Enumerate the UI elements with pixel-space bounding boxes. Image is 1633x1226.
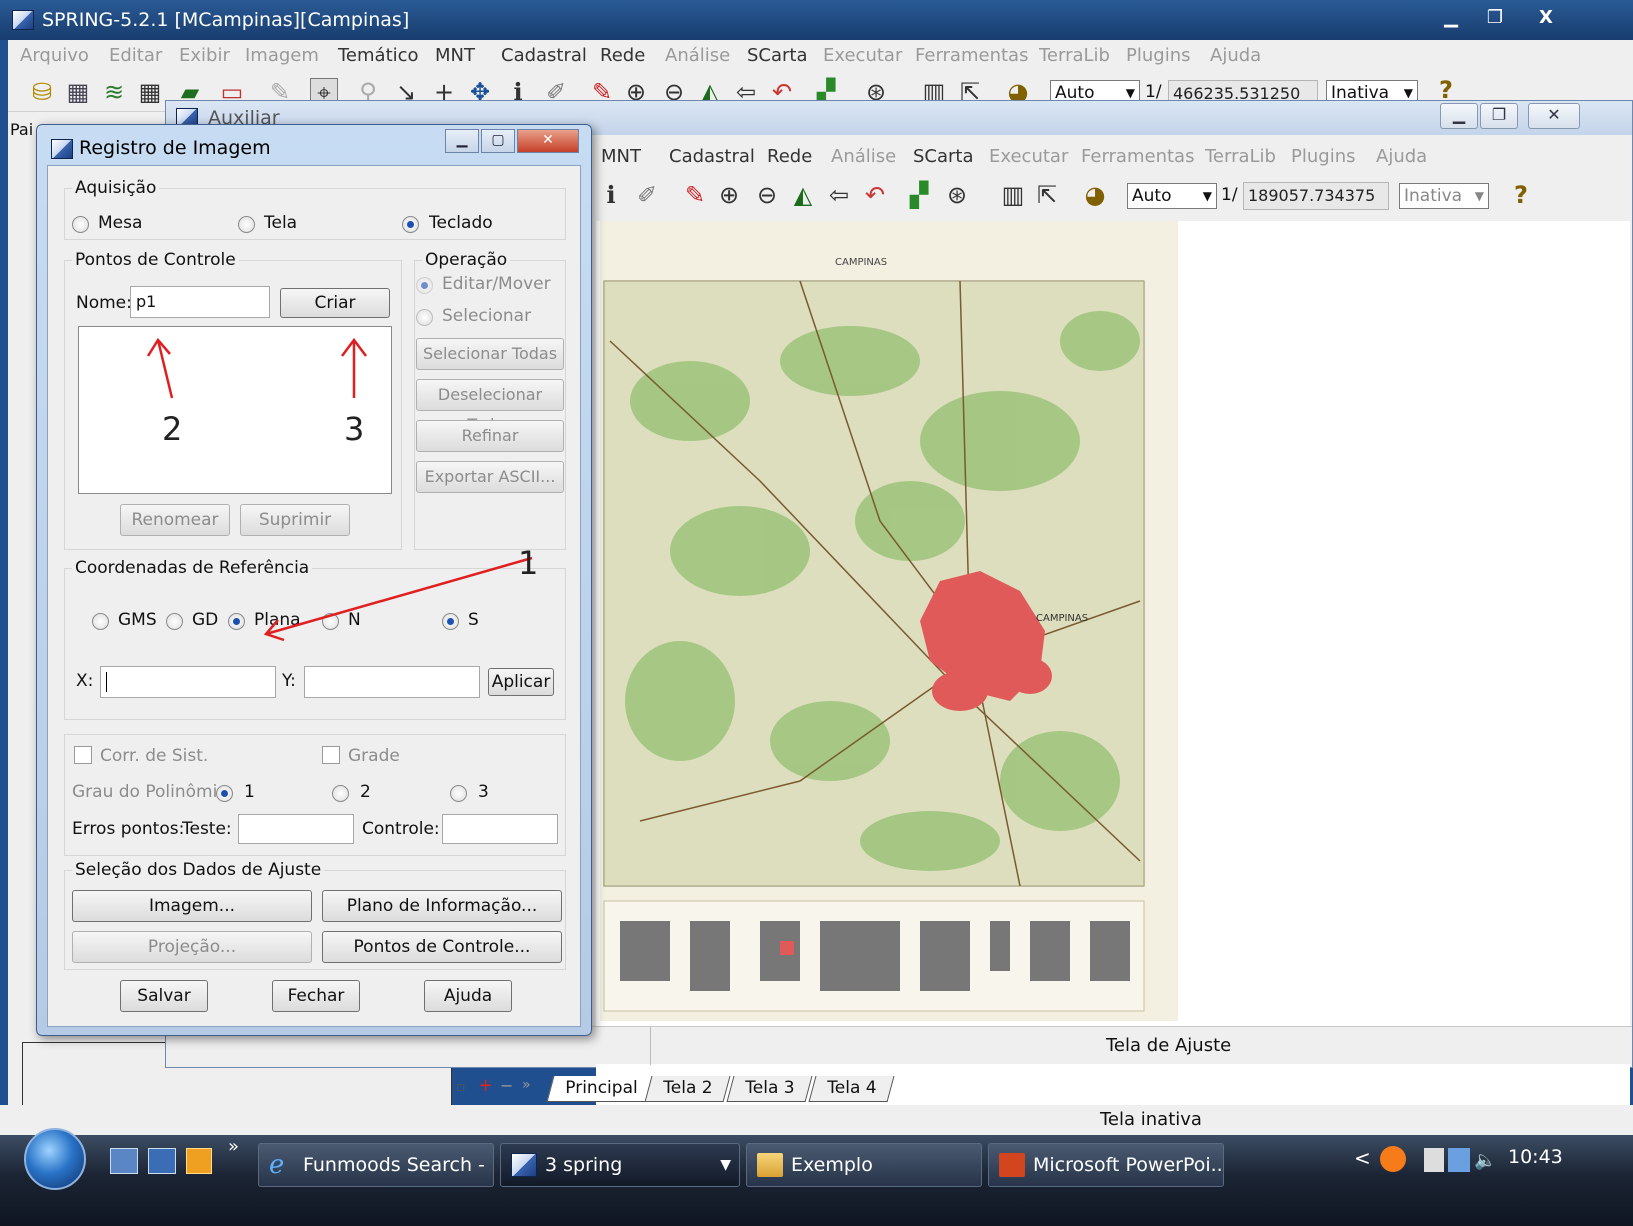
start-button[interactable] bbox=[24, 1128, 86, 1190]
annotation-overlay bbox=[146, 337, 533, 642]
annotation-arrows bbox=[146, 337, 533, 642]
taskbar-item-powerpoint[interactable]: Microsoft PowerPoi... bbox=[988, 1143, 1224, 1187]
media-player-icon[interactable] bbox=[186, 1148, 212, 1174]
taskbar-item-spring[interactable]: 3 spring ▼ bbox=[500, 1143, 740, 1187]
tray-chevron[interactable]: < bbox=[1354, 1146, 1371, 1170]
annotation-number-3: 3 bbox=[344, 410, 365, 448]
spring-app-icon bbox=[511, 1153, 537, 1177]
taskbar-item-funmoods[interactable]: ℯ Funmoods Search - ... bbox=[258, 1143, 494, 1187]
ie-icon: ℯ bbox=[269, 1150, 285, 1180]
switch-windows-icon[interactable] bbox=[148, 1148, 176, 1174]
volume-icon[interactable]: 🔈 bbox=[1474, 1150, 1496, 1171]
device-icon[interactable] bbox=[1424, 1148, 1444, 1172]
folder-icon bbox=[757, 1153, 783, 1177]
quick-launch-chevron[interactable]: » bbox=[228, 1136, 239, 1157]
powerpoint-icon bbox=[999, 1153, 1025, 1177]
chevron-down-icon: ▼ bbox=[720, 1157, 731, 1173]
clock[interactable]: 10:43 bbox=[1508, 1146, 1563, 1168]
show-desktop-icon[interactable] bbox=[110, 1148, 138, 1174]
taskbar-item-exemplo[interactable]: Exemplo bbox=[746, 1143, 982, 1187]
network-icon[interactable] bbox=[1448, 1148, 1470, 1172]
annotation-number-1: 1 bbox=[518, 544, 539, 582]
tray-app-icon[interactable] bbox=[1380, 1146, 1406, 1172]
annotation-number-2: 2 bbox=[162, 410, 183, 448]
